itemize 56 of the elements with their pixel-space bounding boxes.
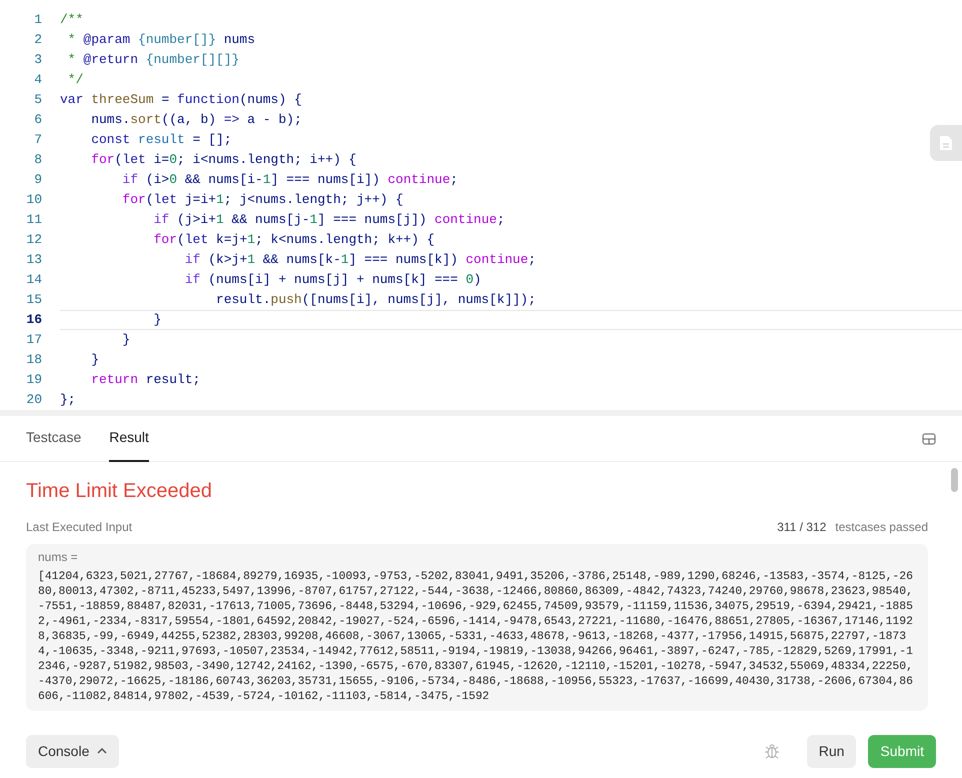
line-number: 16 [25, 311, 42, 330]
scrollbar[interactable] [951, 468, 958, 492]
line-number: 5 [33, 91, 42, 110]
line-number: 9 [33, 171, 42, 190]
code-line: var threeSum = function(nums) { [60, 91, 302, 110]
line-number: 20 [25, 391, 42, 410]
chevron-up-icon [97, 748, 108, 754]
code-editor[interactable] [0, 0, 962, 410]
input-name: nums = [38, 550, 79, 564]
code-line: } [121, 331, 130, 350]
line-number: 15 [25, 291, 42, 310]
bug-icon[interactable] [762, 742, 781, 760]
code-line: nums.sort((a, b) => a - b); [90, 111, 302, 130]
passed-count: 311 / 312 [777, 519, 826, 536]
line-number: 8 [33, 151, 42, 170]
line-number: 19 [25, 371, 42, 390]
passed-text: testcases passed [835, 519, 928, 536]
layout-icon[interactable] [922, 432, 936, 444]
input-value: [41204,6323,5021,27767,-18684,89279,16935,-10093,-9753,-5202,83041,9491,35206,-3786,25148,-989,1290,68246,-13583,-3574,-8125,-2680,80013,47302,-8711,45233,5497,13996,-8707,61757,27122,-544,-3638,-12466,80860,86309,-4842,74323,74240,29760,98678,23623,98540,-7551,-18859,88487,82031,-17613,71005,73696,-8448,53294,-10696,-929,62455,74509,93579,-11159,11536,34075,29519,-6394,29421,-18852,-4961,-2334,-8317,59554,-1801,64592,20842,-19027,-524,-6596,-1414,-9478,6543,27221,-11680,-16476,88651,27805,-16367,17146,11928,36835,-99,-6949,44255,52382,28303,99208,46608,-3067,13065,-5331,-4633,48678,-9613,-18268,-4377,-17956,14915,56875,22797,-18734,-10635,-3348,-9211,97693,-10507,23534,-14942,77612,58511,-9194,-19819,-13038,94266,96461,-3897,-6247,-785,-12829,5269,17991,-12346,-9287,51982,98503,-3490,12742,24162,-1390,-6575,-670,83307,61945,-12620,-12110,-15201,-10278,-5947,34532,55069,48334,22250,-4370,29072,-16625,-18186,60743,36203,35731,15655,-9106,-5734,-8486,-18688,-10956,55323,-17637,-16699,40430,31738,-2606,67304,86606,-11082,84814,97802,-4539,-5724,-10162,-11103,-5814,-3475,-1592 [38, 570, 914, 705]
console-button[interactable]: Console [26, 734, 120, 768]
run-button[interactable]: Run [806, 734, 856, 768]
file-icon[interactable] [930, 125, 962, 161]
line-number: 6 [33, 111, 42, 130]
code-line: */ [66, 71, 84, 90]
code-line: return result; [90, 371, 200, 390]
code-line: } [152, 311, 162, 330]
line-number: 12 [25, 231, 42, 250]
code-line: * @param {number[]} nums [66, 31, 256, 50]
line-number: 18 [25, 351, 42, 370]
line-number: 14 [25, 271, 42, 290]
line-number: 1 [33, 11, 42, 30]
line-number: 2 [33, 31, 42, 50]
code-line: if (i>0 && nums[i-1] === nums[i]) continue; [121, 171, 458, 190]
line-number: 13 [25, 251, 42, 270]
code-line: for(let j=i+1; j<nums.length; j++) { [121, 191, 404, 210]
code-line: for(let i=0; i<nums.length; i++) { [90, 151, 356, 170]
code-line: if (k>j+1 && nums[k-1] === nums[k]) continue; [184, 251, 536, 270]
code-line: /** [60, 11, 84, 30]
code-line: const result = []; [90, 131, 232, 150]
code-line: if (j>i+1 && nums[j-1] === nums[j]) continue; [152, 211, 505, 230]
code-line: result.push([nums[i], nums[j], nums[k]]); [215, 291, 536, 310]
code-line: * @return {number[][]} [66, 51, 240, 70]
code-line: } [90, 351, 100, 370]
code-line: for(let k=j+1; k<nums.length; k++) { [152, 231, 435, 250]
line-number: 4 [33, 71, 42, 90]
line-number: 10 [25, 191, 42, 210]
tab[interactable]: Result [109, 416, 149, 462]
status-title: Time Limit Exceeded [26, 479, 213, 504]
code-line: }; [60, 391, 76, 410]
line-number: 17 [25, 331, 42, 350]
line-number: 7 [33, 131, 42, 150]
tab[interactable]: Testcase [26, 416, 82, 462]
code-line: if (nums[i] + nums[j] + nums[k] === 0) [184, 271, 482, 290]
line-number: 3 [33, 51, 42, 70]
line-number: 11 [25, 211, 42, 230]
input-label: Last Executed Input [26, 519, 132, 536]
